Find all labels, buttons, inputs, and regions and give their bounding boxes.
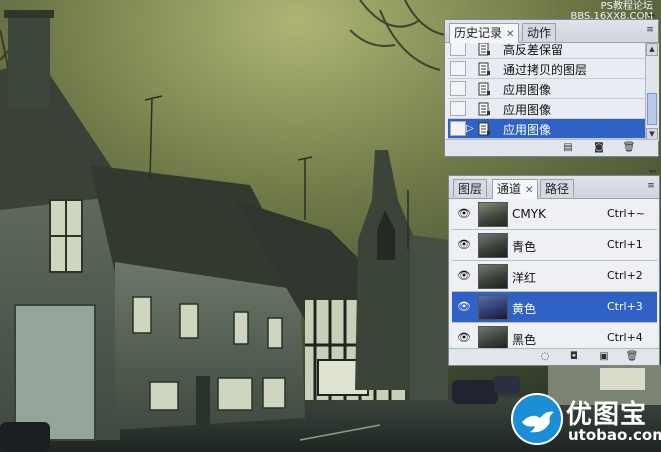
panel-menu-icon[interactable]: ≡	[645, 24, 655, 36]
load-selection-icon[interactable]: ◌	[538, 351, 552, 363]
close-icon[interactable]: ✕	[525, 185, 533, 196]
panel-menu-icon[interactable]: ≡	[646, 180, 656, 192]
history-panel-footer: ▤ ◙ 🗑	[445, 139, 658, 156]
tab-actions[interactable]: 动作	[522, 23, 557, 41]
channel-row-black[interactable]: 👁 黑色 Ctrl+4	[452, 323, 657, 349]
channels-panel-footer: ◌ ◘ ▣ 🗑	[449, 348, 659, 365]
save-selection-icon[interactable]: ◘	[567, 351, 581, 363]
history-snapshot-source-checkbox[interactable]	[450, 43, 466, 56]
eye-visibility-icon[interactable]: 👁	[456, 207, 472, 221]
history-state-icon	[478, 122, 490, 136]
channel-row-yellow[interactable]: 👁 黄色 Ctrl+3	[452, 292, 657, 323]
history-item-label: 应用图像	[503, 123, 552, 137]
history-item[interactable]: 应用图像	[448, 79, 645, 99]
panel-collapse-arrows[interactable]: ◂◂	[644, 11, 658, 20]
channel-row-cmyk[interactable]: 👁 CMYK Ctrl+~	[452, 199, 657, 230]
snapshot-camera-icon[interactable]: ◙	[592, 142, 606, 154]
channel-name: 青色	[512, 240, 537, 254]
channel-thumbnail	[478, 326, 508, 349]
channel-thumbnail	[478, 264, 508, 289]
new-channel-icon[interactable]: ▣	[597, 351, 611, 363]
history-state-icon	[478, 102, 490, 116]
history-state-icon	[478, 82, 490, 96]
history-item-selected[interactable]: ▷ 应用图像	[448, 119, 645, 139]
history-item-label: 应用图像	[503, 103, 552, 117]
history-state-pointer-icon: ▷	[466, 123, 474, 134]
history-panel: ◂◂ 历史记录 ✕ 动作 ≡ 高反差保留 通过拷贝的图层 应用图像 应用图像 ▷…	[444, 11, 659, 157]
history-snapshot-source-checkbox[interactable]	[450, 61, 466, 76]
history-item-label: 高反差保留	[503, 43, 564, 57]
channel-shortcut: Ctrl+2	[607, 269, 643, 282]
eye-visibility-icon[interactable]: 👁	[456, 331, 472, 345]
channel-thumbnail	[478, 202, 508, 227]
brand-watermark: 优图宝 utobao.com	[510, 390, 661, 450]
eye-visibility-icon[interactable]: 👁	[456, 269, 472, 283]
tab-paths[interactable]: 路径	[540, 179, 575, 197]
channel-shortcut: Ctrl+~	[607, 207, 646, 220]
eye-visibility-icon[interactable]: 👁	[456, 300, 472, 314]
history-panel-tabbar: 历史记录 ✕ 动作 ≡	[445, 20, 658, 43]
history-item[interactable]: 通过拷贝的图层	[448, 59, 645, 79]
channels-panel-tabbar: 图层 通道 ✕ 路径 ≡	[449, 176, 659, 199]
history-list: 高反差保留 通过拷贝的图层 应用图像 应用图像 ▷ 应用图像	[445, 43, 645, 141]
new-document-icon[interactable]: ▤	[561, 142, 575, 154]
history-scrollbar[interactable]: ▲ ▼	[645, 43, 659, 141]
tab-history[interactable]: 历史记录 ✕	[449, 23, 520, 43]
channel-thumbnail	[478, 233, 508, 258]
tab-channels-label: 通道	[497, 182, 522, 196]
channel-list: 👁 CMYK Ctrl+~ 👁 青色 Ctrl+1 👁 洋红 Ctrl+2 👁 …	[449, 199, 661, 349]
trash-icon[interactable]: 🗑	[622, 142, 636, 154]
channel-name: CMYK	[512, 207, 546, 221]
history-item[interactable]: 应用图像	[448, 99, 645, 119]
channel-name: 黑色	[512, 333, 537, 347]
history-snapshot-source-checkbox[interactable]	[450, 121, 466, 136]
history-snapshot-source-checkbox[interactable]	[450, 101, 466, 116]
channel-name: 黄色	[512, 302, 537, 316]
history-item[interactable]: 高反差保留	[448, 43, 645, 59]
tab-channels[interactable]: 通道 ✕	[492, 179, 539, 199]
bird-logo-icon	[511, 393, 563, 445]
history-item-label: 应用图像	[503, 83, 552, 97]
history-state-icon	[478, 43, 490, 56]
history-item-label: 通过拷贝的图层	[503, 63, 588, 77]
channel-shortcut: Ctrl+1	[607, 238, 643, 251]
history-snapshot-source-checkbox[interactable]	[450, 81, 466, 96]
scroll-thumb[interactable]	[647, 93, 657, 125]
close-icon[interactable]: ✕	[506, 29, 514, 40]
trash-icon[interactable]: 🗑	[625, 351, 639, 363]
tab-paths-label: 路径	[545, 182, 570, 196]
channel-name: 洋红	[512, 271, 537, 285]
eye-visibility-icon[interactable]: 👁	[456, 238, 472, 252]
tab-actions-label: 动作	[527, 26, 552, 40]
tab-history-label: 历史记录	[454, 26, 503, 40]
history-state-icon	[478, 62, 490, 76]
channel-row-magenta[interactable]: 👁 洋红 Ctrl+2	[452, 261, 657, 292]
channel-shortcut: Ctrl+3	[607, 300, 643, 313]
channel-shortcut: Ctrl+4	[607, 331, 643, 344]
channel-thumbnail	[478, 295, 508, 320]
channel-row-cyan[interactable]: 👁 青色 Ctrl+1	[452, 230, 657, 261]
scroll-up-icon[interactable]: ▲	[646, 43, 658, 56]
channels-panel: ◂◂ 图层 通道 ✕ 路径 ≡ 👁 CMYK Ctrl+~ 👁 青色 Ctrl+1…	[448, 167, 661, 366]
brand-url: utobao.com	[568, 426, 661, 444]
tab-layers-label: 图层	[458, 182, 483, 196]
tab-layers[interactable]: 图层	[453, 179, 488, 197]
panel-collapse-arrows[interactable]: ◂◂	[645, 167, 659, 176]
